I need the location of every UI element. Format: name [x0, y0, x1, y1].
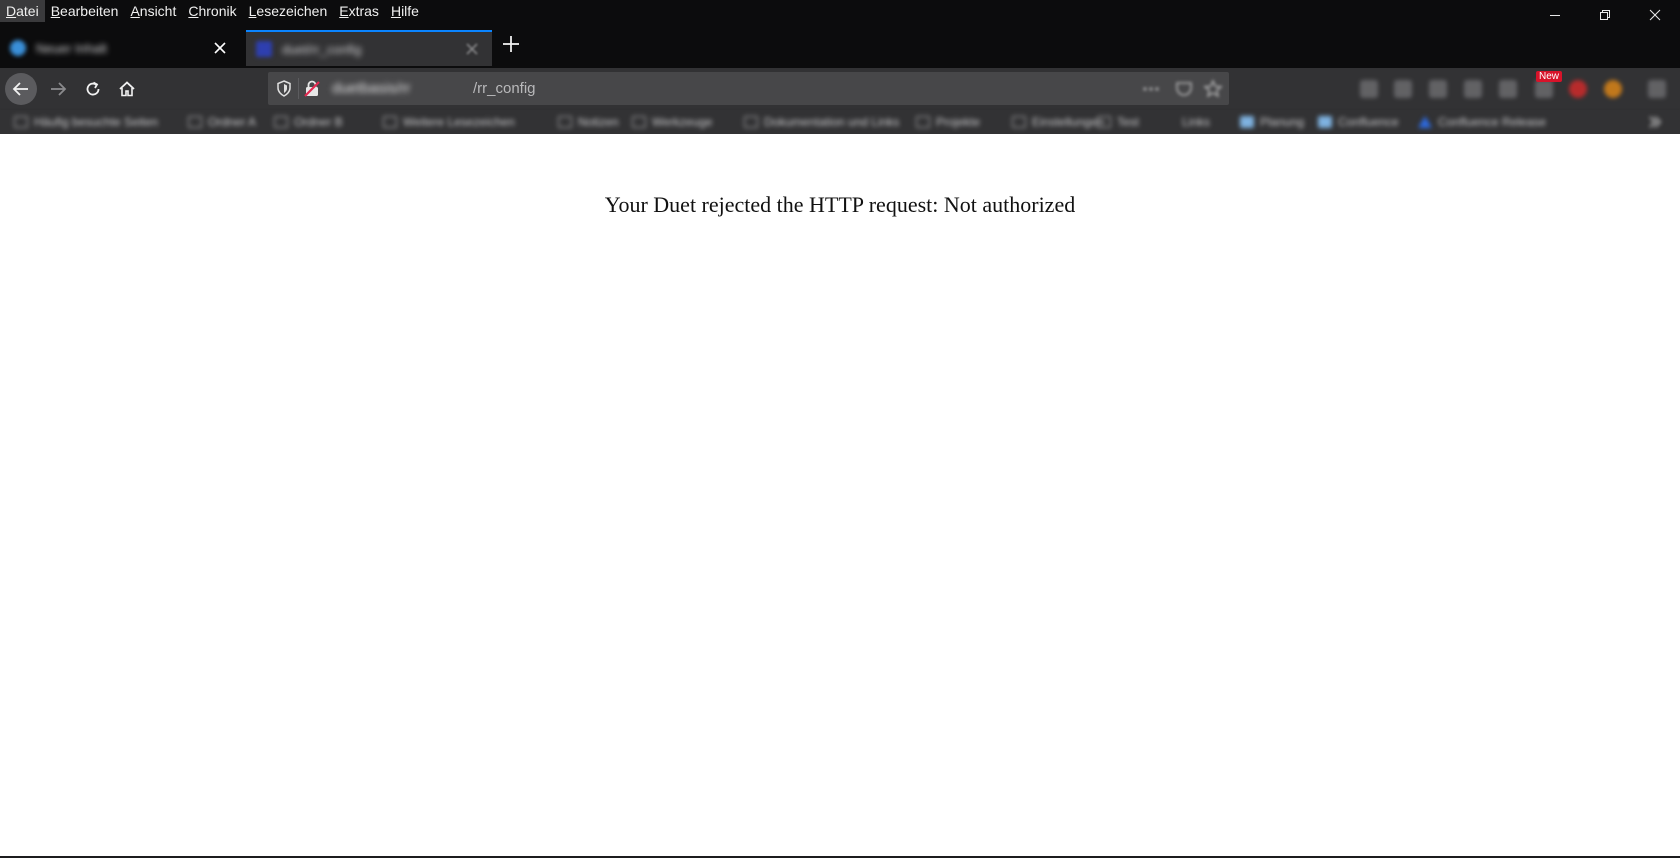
sidebar-icon[interactable] — [1429, 80, 1447, 98]
sync-icon[interactable] — [1464, 80, 1482, 98]
globe-icon — [10, 40, 26, 56]
bookmark-folder[interactable]: Häufig besuchte Seiten — [14, 114, 158, 130]
atlassian-icon — [1418, 116, 1432, 128]
folder-icon — [1012, 116, 1026, 128]
download-icon[interactable] — [1360, 80, 1378, 98]
adblock-icon[interactable] — [1569, 80, 1587, 98]
library-icon[interactable] — [1499, 80, 1517, 98]
minimize-icon — [1550, 15, 1560, 16]
navigation-toolbar: duetbasis/rr /rr_config — [0, 68, 1680, 110]
hamburger-menu-icon[interactable] — [1648, 80, 1666, 98]
close-icon — [1649, 9, 1661, 21]
url-host: duetbasis/rr — [332, 80, 411, 97]
tab-close-button[interactable] — [210, 38, 230, 58]
reload-icon — [86, 81, 100, 96]
menu-items: Datei Bearbeiten Ansicht Chronik Lesezei… — [0, 0, 425, 22]
video-icon[interactable] — [1394, 80, 1412, 98]
menu-chronik[interactable]: Chronik — [182, 0, 242, 22]
arrow-left-icon — [12, 82, 28, 96]
forward-button[interactable] — [42, 73, 74, 105]
folder-icon — [188, 116, 202, 128]
divider — [298, 78, 299, 99]
menu-lesezeichen[interactable]: Lesezeichen — [243, 0, 334, 22]
folder-icon — [1097, 116, 1111, 128]
bookmarks-toolbar: Häufig besuchte Seiten Ordner A Ordner B… — [0, 110, 1680, 134]
menu-hilfe[interactable]: Hilfe — [385, 0, 425, 22]
reload-button[interactable] — [77, 73, 109, 105]
addon-icon[interactable] — [1604, 80, 1622, 98]
new-badge: New — [1536, 71, 1563, 82]
bookmark-folder[interactable]: Test — [1097, 114, 1139, 130]
bookmark-folder[interactable]: Weitere Lesezeichen — [383, 114, 515, 130]
page-icon — [1240, 116, 1254, 128]
shield-icon — [277, 80, 291, 97]
star-icon — [1203, 79, 1223, 98]
page-icon — [256, 41, 272, 57]
address-bar[interactable]: duetbasis/rr /rr_config — [268, 72, 1229, 105]
back-button[interactable] — [5, 73, 37, 105]
tab-close-button[interactable] — [462, 39, 482, 59]
menu-datei[interactable]: Datei — [0, 0, 45, 22]
plus-icon — [503, 36, 519, 52]
chevron-double-right-icon — [1649, 116, 1662, 128]
tab-rr-config[interactable]: duet/rr_config — [246, 30, 492, 66]
folder-icon — [558, 116, 572, 128]
bookmark-link[interactable]: Planung — [1240, 114, 1304, 130]
home-icon — [119, 81, 135, 97]
extension-icon[interactable] — [1535, 80, 1553, 98]
insecure-connection-button[interactable] — [304, 80, 320, 102]
pocket-button[interactable] — [1174, 79, 1194, 99]
bookmark-folder[interactable]: Ordner A — [188, 114, 256, 130]
menu-bearbeiten[interactable]: Bearbeiten — [45, 0, 125, 22]
bookmark-folder[interactable]: Notizen — [558, 114, 619, 130]
folder-icon — [14, 116, 28, 128]
tab-strip: Neuer Inhalt duet/rr_config — [0, 26, 1680, 68]
bookmark-folder[interactable]: Projekte — [916, 114, 980, 130]
page-icon — [1318, 116, 1332, 128]
bookmark-folder[interactable]: Einstellungen — [1012, 114, 1104, 130]
tracking-protection-button[interactable] — [276, 80, 292, 102]
folder-icon — [383, 116, 397, 128]
tab-new-content[interactable]: Neuer Inhalt — [0, 30, 240, 66]
folder-icon — [274, 116, 288, 128]
page-content: Your Duet rejected the HTTP request: Not… — [0, 134, 1680, 856]
folder-icon — [632, 116, 646, 128]
menu-bar: Datei Bearbeiten Ansicht Chronik Lesezei… — [0, 0, 1680, 26]
pocket-icon — [1176, 82, 1192, 96]
bookmark-link[interactable]: Confluence — [1318, 114, 1399, 130]
bookmark-link[interactable]: Links — [1182, 114, 1210, 130]
close-icon — [466, 43, 478, 55]
menu-extras[interactable]: Extras — [333, 0, 385, 22]
bookmark-star-button[interactable] — [1203, 79, 1223, 99]
insecure-lock-icon — [304, 80, 320, 97]
close-icon — [214, 42, 226, 54]
url-path: /rr_config — [473, 80, 536, 97]
home-button[interactable] — [111, 73, 143, 105]
more-icon — [1143, 87, 1159, 91]
bookmark-link[interactable]: Confluence Release — [1418, 114, 1546, 130]
menu-ansicht[interactable]: Ansicht — [124, 0, 182, 22]
restore-icon — [1600, 10, 1610, 20]
bookmark-folder[interactable]: Werkzeuge — [632, 114, 712, 130]
bookmark-folder[interactable]: Ordner B — [274, 114, 343, 130]
error-message: Your Duet rejected the HTTP request: Not… — [604, 192, 1076, 217]
bookmarks-overflow-button[interactable] — [1648, 114, 1662, 130]
folder-icon — [916, 116, 930, 128]
tab-title: duet/rr_config — [282, 41, 362, 57]
bookmark-folder[interactable]: Dokumentation und Links — [744, 114, 899, 130]
page-actions-button[interactable] — [1141, 79, 1161, 99]
folder-icon — [744, 116, 758, 128]
new-tab-button[interactable] — [500, 33, 522, 55]
arrow-right-icon — [51, 82, 67, 96]
tab-title: Neuer Inhalt — [36, 40, 107, 56]
